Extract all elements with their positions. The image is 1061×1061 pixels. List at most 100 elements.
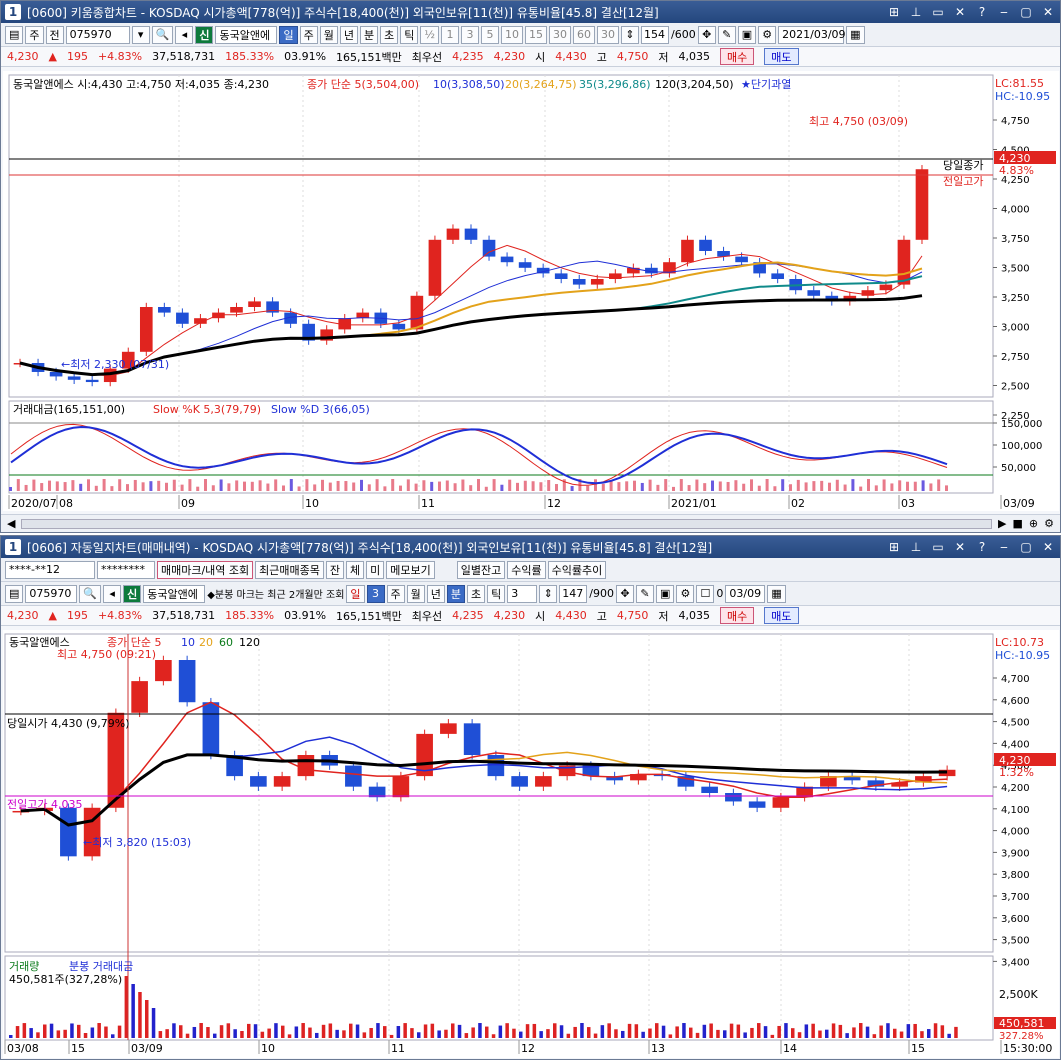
help-icon[interactable]: ? bbox=[974, 5, 990, 19]
unit-year[interactable]: 년 bbox=[339, 25, 358, 44]
stock-name[interactable]: 동국알앤에 bbox=[215, 25, 278, 44]
unit-day[interactable]: 일 bbox=[279, 25, 298, 44]
search-icon[interactable]: 🔍 bbox=[151, 25, 174, 44]
save-icon[interactable]: ▣ bbox=[737, 25, 757, 44]
min-60[interactable]: 60 bbox=[573, 25, 596, 44]
mark-query-button[interactable]: 매매마크/내역 조회 bbox=[157, 560, 254, 579]
minimize-icon[interactable]: ▭ bbox=[930, 540, 946, 554]
speaker-icon[interactable]: ◂ bbox=[175, 25, 194, 44]
date-input[interactable]: 03/09 bbox=[725, 584, 766, 603]
tool-icon[interactable]: ✥ bbox=[615, 584, 634, 603]
bottom-chart-svg[interactable]: 동국알앤에스 종가 단순 5 10 20 60 120 최고 4,750 (09… bbox=[3, 630, 1059, 1058]
period-select[interactable]: 주 bbox=[25, 25, 44, 44]
recent-stock-button[interactable]: 최근매매종목 bbox=[255, 560, 324, 579]
bottom-chart-area[interactable]: 동국알앤에스 종가 단순 5 10 20 60 120 최고 4,750 (09… bbox=[3, 630, 1059, 1058]
search-icon[interactable]: 🔍 bbox=[79, 584, 102, 603]
unit-week[interactable]: 주 bbox=[299, 25, 318, 44]
top-scroll-bar[interactable]: ◀ ▶ ■ ⊕ ⚙ bbox=[1, 514, 1060, 532]
min-15[interactable]: 15 bbox=[525, 25, 548, 44]
calendar-icon[interactable]: ▦ bbox=[846, 25, 865, 44]
scroll-left-icon[interactable]: ◀ bbox=[7, 517, 15, 530]
close-icon[interactable]: ✕ bbox=[952, 540, 968, 554]
fill-button[interactable]: 체 bbox=[346, 560, 365, 579]
top-chart-area[interactable]: 동국알앤에스 시:4,430 고:4,750 저:4,035 종:4,230 종… bbox=[3, 71, 1059, 511]
calendar-icon[interactable]: ▦ bbox=[767, 584, 786, 603]
unit-tick[interactable]: 틱 bbox=[487, 584, 506, 603]
draw-icon[interactable]: ✎ bbox=[717, 25, 736, 44]
buy-button[interactable]: 매수 bbox=[720, 48, 755, 65]
sell-button[interactable]: 매도 bbox=[764, 607, 799, 624]
unit-second[interactable]: 초 bbox=[467, 584, 486, 603]
volume-bar bbox=[396, 1026, 401, 1038]
balance-button[interactable]: 잔 bbox=[325, 560, 345, 579]
unit-tick[interactable]: 틱 bbox=[400, 25, 419, 44]
unit-week[interactable]: 주 bbox=[386, 584, 405, 603]
chart-menu-icon[interactable]: ▤ bbox=[5, 584, 24, 603]
min-3[interactable]: 3 bbox=[461, 25, 480, 44]
min-10[interactable]: 10 bbox=[501, 25, 524, 44]
sell-button[interactable]: 매도 bbox=[764, 48, 799, 65]
min-1[interactable]: 1 bbox=[441, 25, 460, 44]
top-titlebar[interactable]: 1 [0600] 키움종합차트 - KOSDAQ 시가총액[778(억)] 주식… bbox=[1, 1, 1060, 23]
window-close-icon[interactable]: ✕ bbox=[1040, 5, 1056, 19]
scroll-track[interactable] bbox=[21, 518, 993, 529]
daily-balance-button[interactable]: 일별잔고 bbox=[456, 560, 506, 579]
spin-icon[interactable]: ⇕ bbox=[621, 25, 640, 44]
minimize-icon[interactable]: ▭ bbox=[930, 5, 946, 19]
restore-icon[interactable]: ‒ bbox=[996, 540, 1012, 554]
draw-icon[interactable]: ✎ bbox=[635, 584, 654, 603]
stock-name[interactable]: 동국알앤에 bbox=[143, 584, 206, 603]
unit-year[interactable]: 년 bbox=[426, 584, 445, 603]
count-input[interactable]: 147 bbox=[559, 584, 588, 603]
pin-icon[interactable]: ⊞ bbox=[886, 540, 902, 554]
chart-menu-icon[interactable]: ▤ bbox=[5, 25, 24, 44]
profit-trend-button[interactable]: 수익률추이 bbox=[547, 560, 607, 579]
stop-icon[interactable]: ■ bbox=[1013, 517, 1023, 530]
window-close-icon[interactable]: ✕ bbox=[1040, 540, 1056, 554]
top-chart-svg[interactable]: 동국알앤에스 시:4,430 고:4,750 저:4,035 종:4,230 종… bbox=[3, 71, 1059, 511]
min-5[interactable]: 5 bbox=[481, 25, 500, 44]
checkbox[interactable]: ☐ bbox=[696, 584, 715, 603]
unfilled-button[interactable]: 미 bbox=[366, 560, 385, 579]
unit-second[interactable]: 초 bbox=[380, 25, 399, 44]
min-custom[interactable]: 30 bbox=[597, 25, 620, 44]
help-icon[interactable]: ? bbox=[974, 540, 990, 554]
dock-icon[interactable]: ⊥ bbox=[908, 540, 924, 554]
minute-select[interactable]: 3 bbox=[507, 584, 538, 603]
play-icon[interactable]: ▶ bbox=[998, 517, 1006, 530]
code-input[interactable]: 075970 bbox=[65, 25, 130, 44]
dropdown-icon[interactable]: ▾ bbox=[131, 25, 150, 44]
min-half[interactable]: ½ bbox=[420, 25, 440, 44]
account-select[interactable]: ****-**12 bbox=[5, 560, 95, 579]
count-input[interactable]: 154 bbox=[641, 25, 670, 44]
date-input[interactable]: 2021/03/09 bbox=[778, 25, 846, 44]
settings-icon[interactable]: ⚙ bbox=[1044, 517, 1054, 530]
unit-day[interactable]: 일 bbox=[346, 584, 365, 603]
profit-button[interactable]: 수익률 bbox=[507, 560, 546, 579]
close-icon[interactable]: ✕ bbox=[952, 5, 968, 19]
pin-icon[interactable]: ⊞ bbox=[886, 5, 902, 19]
maximize-icon[interactable]: ▢ bbox=[1018, 5, 1034, 19]
dock-icon[interactable]: ⊥ bbox=[908, 5, 924, 19]
unit-day-count[interactable]: 3 bbox=[366, 584, 385, 603]
unit-minute[interactable]: 분 bbox=[359, 25, 379, 44]
restore-icon[interactable]: ‒ bbox=[996, 5, 1012, 19]
tool-icon[interactable]: ✥ bbox=[697, 25, 716, 44]
code-input[interactable]: 075970 bbox=[25, 584, 78, 603]
prev-button[interactable]: 전 bbox=[45, 25, 64, 44]
speaker-icon[interactable]: ◂ bbox=[103, 584, 122, 603]
spin-icon[interactable]: ⇕ bbox=[539, 584, 558, 603]
unit-month[interactable]: 월 bbox=[319, 25, 338, 44]
min-30[interactable]: 30 bbox=[549, 25, 572, 44]
maximize-icon[interactable]: ▢ bbox=[1018, 540, 1034, 554]
password-field[interactable]: ******** bbox=[97, 560, 155, 579]
gear-icon[interactable]: ⚙ bbox=[676, 584, 695, 603]
save-icon[interactable]: ▣ bbox=[655, 584, 675, 603]
zoom-icon[interactable]: ⊕ bbox=[1029, 517, 1038, 530]
unit-minute[interactable]: 분 bbox=[446, 584, 466, 603]
buy-button[interactable]: 매수 bbox=[720, 607, 755, 624]
bottom-titlebar[interactable]: 1 [0606] 자동일지차트(매매내역) - KOSDAQ 시가총액[778(… bbox=[1, 536, 1060, 558]
gear-icon[interactable]: ⚙ bbox=[758, 25, 777, 44]
unit-month[interactable]: 월 bbox=[406, 584, 425, 603]
memo-button[interactable]: 메모보기 bbox=[386, 560, 435, 579]
